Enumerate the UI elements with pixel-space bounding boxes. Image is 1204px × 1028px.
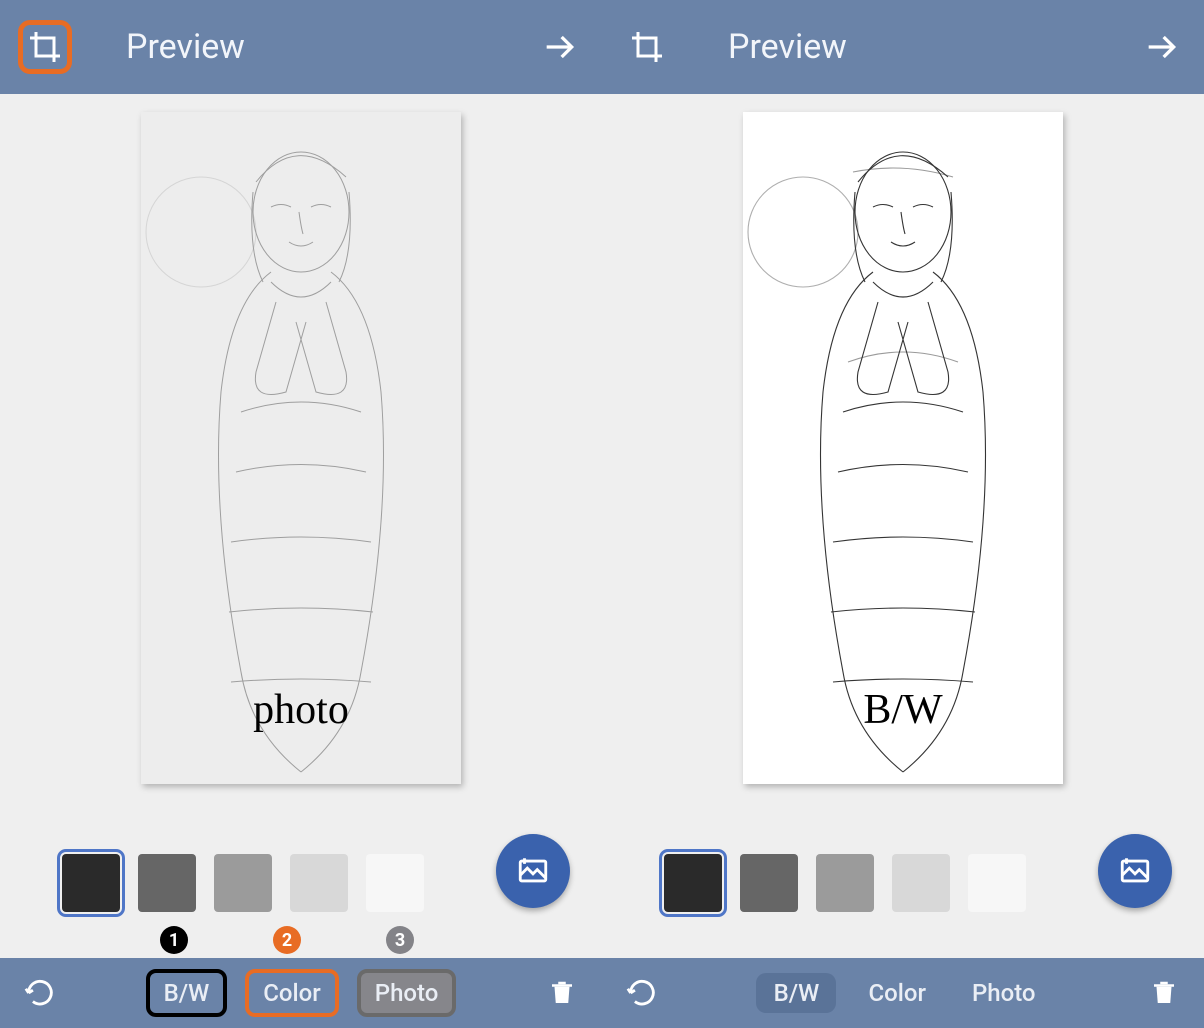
threshold-swatch-1[interactable] (664, 854, 722, 912)
threshold-swatch-1[interactable] (62, 854, 120, 912)
add-image-button[interactable] (1098, 834, 1172, 908)
tab-color[interactable]: Color (245, 969, 339, 1017)
add-image-button[interactable] (496, 834, 570, 908)
sketch-drawing (141, 112, 461, 784)
tab-bw[interactable]: B/W (756, 973, 836, 1013)
annotation-badges-empty (602, 926, 1204, 958)
annotation-badges: 1 2 3 (0, 926, 602, 958)
preview-image[interactable]: B/W (743, 112, 1063, 784)
next-button[interactable] (536, 23, 584, 71)
threshold-swatch-2[interactable] (740, 854, 798, 912)
tab-photo[interactable]: Photo (958, 973, 1050, 1013)
page-title: Preview (126, 27, 245, 67)
crop-icon (27, 29, 63, 65)
rotate-icon (625, 976, 659, 1010)
mode-tabs: B/W Color Photo (80, 969, 522, 1017)
swatch-row (602, 840, 1204, 926)
badge-3: 3 (386, 926, 414, 954)
arrow-right-icon (540, 27, 580, 67)
preview-area: B/W (602, 94, 1204, 840)
trash-icon (1149, 978, 1179, 1008)
preview-mode-label: B/W (743, 686, 1063, 734)
bottom-bar: B/W Color Photo (0, 958, 602, 1028)
crop-button[interactable] (18, 20, 72, 74)
preview-area: photo (0, 94, 602, 840)
badge-1: 1 (160, 926, 188, 954)
badge-2: 2 (273, 926, 301, 954)
threshold-swatch-3[interactable] (816, 854, 874, 912)
threshold-swatch-3[interactable] (214, 854, 272, 912)
trash-icon (547, 978, 577, 1008)
delete-button[interactable] (522, 958, 602, 1028)
preview-image[interactable]: photo (141, 112, 461, 784)
crop-button[interactable] (620, 20, 674, 74)
crop-icon (629, 29, 665, 65)
threshold-swatch-5[interactable] (968, 854, 1026, 912)
threshold-swatch-2[interactable] (138, 854, 196, 912)
tab-bw[interactable]: B/W (146, 969, 228, 1017)
next-button[interactable] (1138, 23, 1186, 71)
top-bar: Preview (602, 0, 1204, 94)
threshold-swatch-4[interactable] (892, 854, 950, 912)
rotate-icon (23, 976, 57, 1010)
bottom-bar: B/W Color Photo (602, 958, 1204, 1028)
sketch-drawing (743, 112, 1063, 784)
preview-mode-label: photo (141, 686, 461, 734)
threshold-swatch-5[interactable] (366, 854, 424, 912)
threshold-swatch-4[interactable] (290, 854, 348, 912)
swatch-row (0, 840, 602, 926)
tab-color[interactable]: Color (854, 973, 940, 1013)
top-bar: Preview (0, 0, 602, 94)
add-image-icon (1118, 854, 1152, 888)
arrow-right-icon (1142, 27, 1182, 67)
rotate-button[interactable] (602, 958, 682, 1028)
tab-photo[interactable]: Photo (357, 969, 457, 1017)
left-pane: Preview (0, 0, 602, 1028)
delete-button[interactable] (1124, 958, 1204, 1028)
page-title: Preview (728, 27, 847, 67)
add-image-icon (516, 854, 550, 888)
rotate-button[interactable] (0, 958, 80, 1028)
right-pane: Preview (602, 0, 1204, 1028)
mode-tabs: B/W Color Photo (682, 973, 1124, 1013)
